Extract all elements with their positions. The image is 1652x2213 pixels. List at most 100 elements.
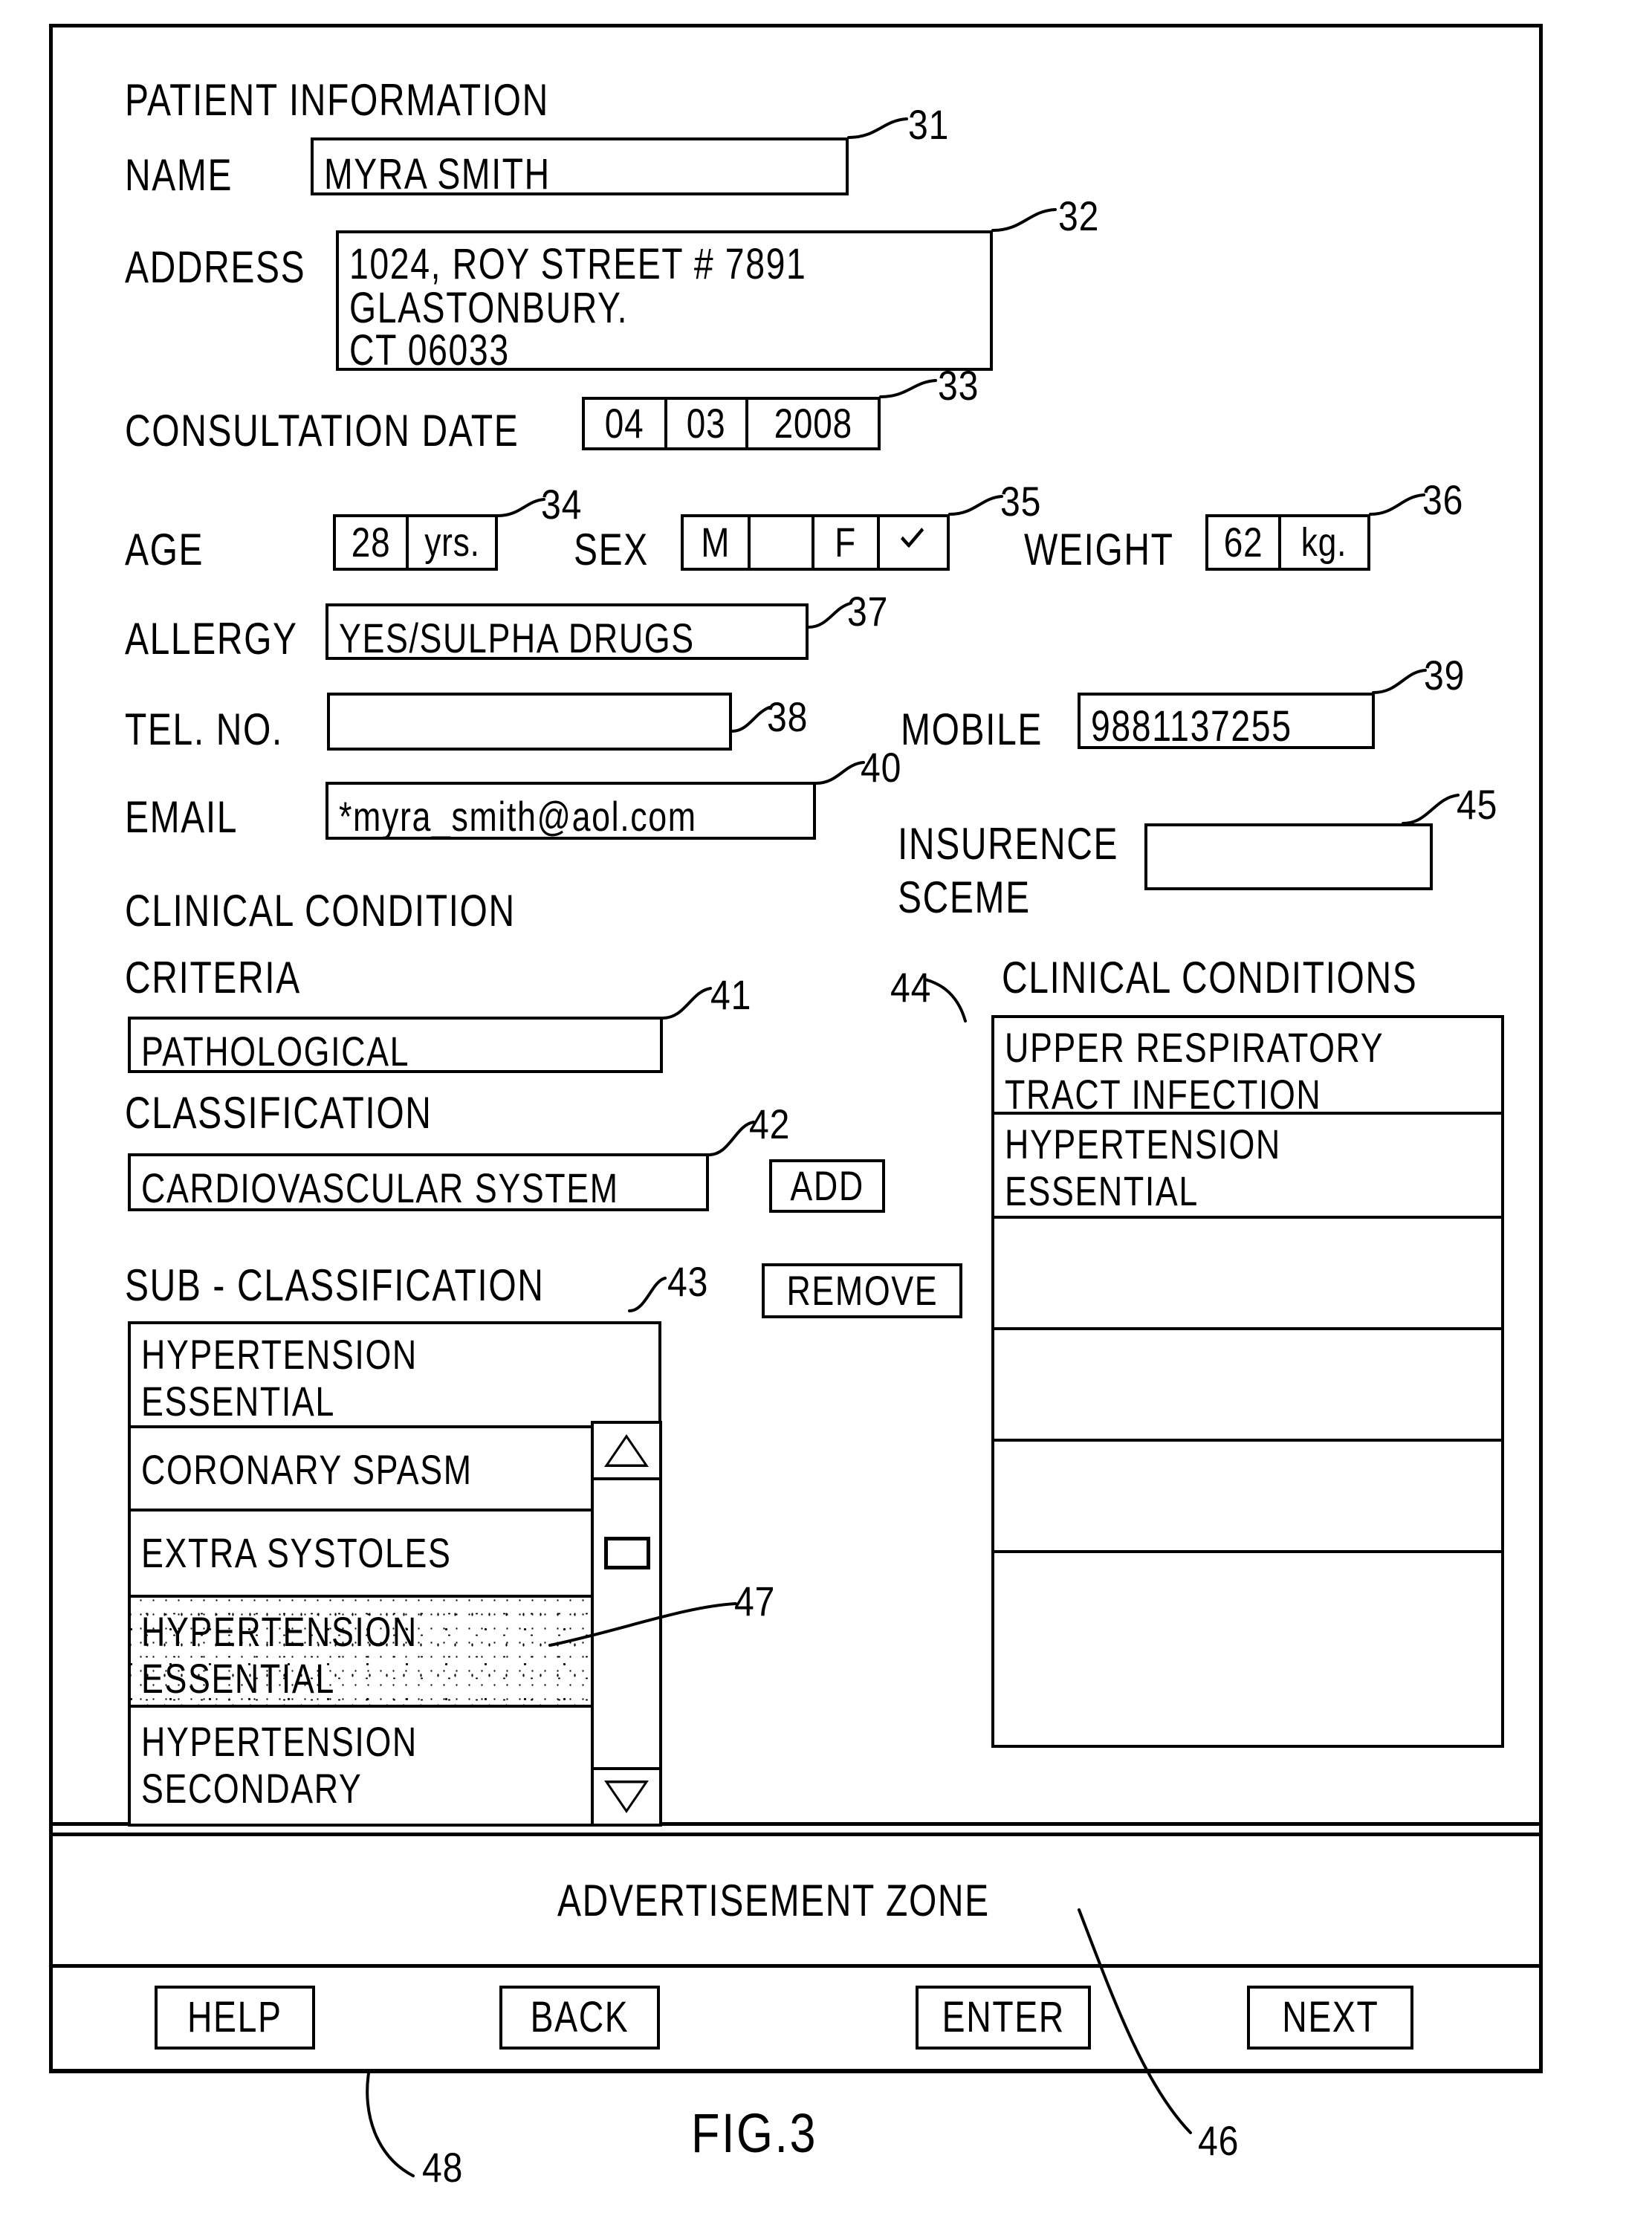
weight-value-cell[interactable]: 62: [1208, 517, 1281, 568]
insurance-scheme-field[interactable]: [1144, 823, 1433, 890]
allergy-field[interactable]: YES/SULPHA DRUGS: [325, 603, 809, 661]
consultation-date-field[interactable]: 04 03 2008: [582, 397, 881, 450]
consultation-date-label: CONSULTATION DATE: [125, 406, 519, 456]
consultation-date-month[interactable]: 03: [667, 400, 748, 447]
help-button-label: HELP: [187, 1993, 282, 2041]
list-item[interactable]: [994, 1442, 1501, 1553]
clinical-conditions-label: CLINICAL CONDITIONS: [1002, 953, 1418, 1002]
criteria-value: PATHOLOGICAL: [141, 1028, 410, 1075]
next-button[interactable]: NEXT: [1247, 1986, 1413, 2050]
sub-classification-list[interactable]: HYPERTENSION ESSENTIAL CORONARY SPASM EX…: [128, 1321, 661, 1827]
classification-value: CARDIOVASCULAR SYSTEM: [141, 1164, 619, 1211]
reference-numeral-39: 39: [1424, 652, 1465, 699]
age-unit: yrs.: [424, 520, 480, 565]
triangle-up-icon-inner: [609, 1438, 644, 1465]
check-mark-icon: [899, 525, 927, 560]
remove-button[interactable]: REMOVE: [762, 1263, 962, 1318]
scroll-down-button[interactable]: [594, 1767, 659, 1824]
name-label: NAME: [125, 150, 233, 200]
insurance-label-line1: INSURENCE: [898, 819, 1119, 869]
consultation-date-day[interactable]: 04: [585, 400, 667, 447]
reference-numeral-44: 44: [890, 964, 932, 1011]
sex-female-checkbox[interactable]: [880, 517, 947, 568]
mobile-field[interactable]: 9881137255: [1078, 693, 1375, 751]
address-field[interactable]: 1024, ROY STREET # 7891 GLASTONBURY. CT …: [336, 230, 993, 375]
list-item-selected[interactable]: HYPERTENSION ESSENTIAL: [131, 1598, 658, 1708]
sub-classification-label: SUB - CLASSIFICATION: [125, 1260, 545, 1310]
list-item-text: HYPERTENSION SECONDARY: [141, 1718, 418, 1812]
reference-numeral-43: 43: [667, 1258, 709, 1305]
name-field[interactable]: MYRA SMITH: [311, 137, 849, 198]
reference-numeral-42: 42: [749, 1101, 791, 1147]
back-button-label: BACK: [530, 1993, 629, 2041]
list-item[interactable]: UPPER RESPIRATORY TRACT INFECTION: [994, 1018, 1501, 1118]
classification-label: CLASSIFICATION: [125, 1088, 433, 1138]
classification-field[interactable]: CARDIOVASCULAR SYSTEM: [128, 1153, 709, 1211]
list-item[interactable]: [994, 1553, 1501, 1671]
age-value-cell[interactable]: 28: [336, 517, 409, 568]
email-field[interactable]: *myra_smith@aol.com: [325, 782, 816, 840]
reference-numeral-46: 46: [1198, 2117, 1240, 2164]
criteria-field[interactable]: PATHOLOGICAL: [128, 1017, 663, 1075]
consultation-date-day-value: 04: [605, 400, 644, 447]
figure-caption: FIG.3: [691, 2102, 818, 2164]
patient-information-title: PATIENT INFORMATION: [125, 75, 549, 125]
reference-numeral-33: 33: [938, 362, 979, 409]
back-button[interactable]: BACK: [499, 1986, 660, 2050]
reference-numeral-36: 36: [1422, 476, 1464, 523]
tel-field[interactable]: [327, 693, 732, 751]
list-item[interactable]: CORONARY SPASM: [131, 1428, 658, 1511]
list-item[interactable]: [994, 1330, 1501, 1442]
list-item[interactable]: HYPERTENSION SECONDARY: [131, 1708, 658, 1824]
sex-female-label-cell: F: [814, 517, 880, 568]
address-line-3: CT 06033: [349, 326, 510, 375]
clinical-conditions-list[interactable]: UPPER RESPIRATORY TRACT INFECTION HYPERT…: [991, 1015, 1504, 1748]
email-value: *myra_smith@aol.com: [339, 793, 697, 840]
sex-male-label: M: [701, 519, 731, 566]
criteria-label: CRITERIA: [125, 953, 301, 1002]
list-item-text: EXTRA SYSTOLES: [141, 1529, 452, 1576]
enter-button[interactable]: ENTER: [916, 1986, 1091, 2050]
reference-numeral-32: 32: [1058, 192, 1100, 239]
list-item-text: CORONARY SPASM: [141, 1446, 473, 1493]
allergy-label: ALLERGY: [125, 614, 298, 664]
list-item[interactable]: HYPERTENSION ESSENTIAL: [994, 1115, 1501, 1219]
list-item-text: UPPER RESPIRATORY TRACT INFECTION: [1005, 1024, 1384, 1118]
sex-male-checkbox[interactable]: [751, 517, 814, 568]
reference-numeral-37: 37: [847, 588, 889, 635]
age-unit-cell: yrs.: [409, 517, 495, 568]
weight-unit: kg.: [1301, 520, 1347, 565]
sex-field[interactable]: M F: [681, 514, 950, 571]
reference-numeral-34: 34: [541, 481, 583, 528]
advertisement-zone-top-divider: [49, 1833, 1543, 1836]
add-button[interactable]: ADD: [769, 1159, 885, 1213]
reference-numeral-47: 47: [734, 1578, 776, 1624]
age-field[interactable]: 28 yrs.: [333, 514, 498, 571]
email-label: EMAIL: [125, 792, 239, 842]
reference-numeral-48: 48: [422, 2144, 464, 2191]
consultation-date-year[interactable]: 2008: [748, 400, 878, 447]
next-button-label: NEXT: [1281, 1993, 1379, 2041]
list-item[interactable]: EXTRA SYSTOLES: [131, 1511, 658, 1598]
scrollbar-thumb[interactable]: [604, 1537, 650, 1569]
sex-female-label: F: [835, 519, 857, 566]
age-value: 28: [351, 519, 391, 566]
mobile-value: 9881137255: [1091, 702, 1292, 751]
scroll-up-button[interactable]: [594, 1424, 659, 1480]
list-scrollbar[interactable]: [591, 1421, 662, 1827]
mobile-label: MOBILE: [901, 704, 1043, 754]
consultation-date-month-value: 03: [686, 400, 726, 447]
help-button[interactable]: HELP: [155, 1986, 315, 2050]
sex-label: SEX: [574, 525, 649, 574]
clinical-condition-title: CLINICAL CONDITION: [125, 886, 516, 936]
reference-numeral-38: 38: [767, 693, 809, 740]
weight-label: WEIGHT: [1024, 525, 1174, 574]
reference-numeral-31: 31: [908, 101, 950, 148]
tel-label: TEL. NO.: [125, 704, 283, 754]
weight-field[interactable]: 62 kg.: [1205, 514, 1370, 571]
reference-numeral-40: 40: [861, 744, 902, 791]
button-bar-top-divider: [49, 1964, 1543, 1968]
consultation-date-year-value: 2008: [774, 400, 852, 447]
list-item[interactable]: [994, 1219, 1501, 1330]
list-item[interactable]: HYPERTENSION ESSENTIAL: [131, 1324, 658, 1428]
